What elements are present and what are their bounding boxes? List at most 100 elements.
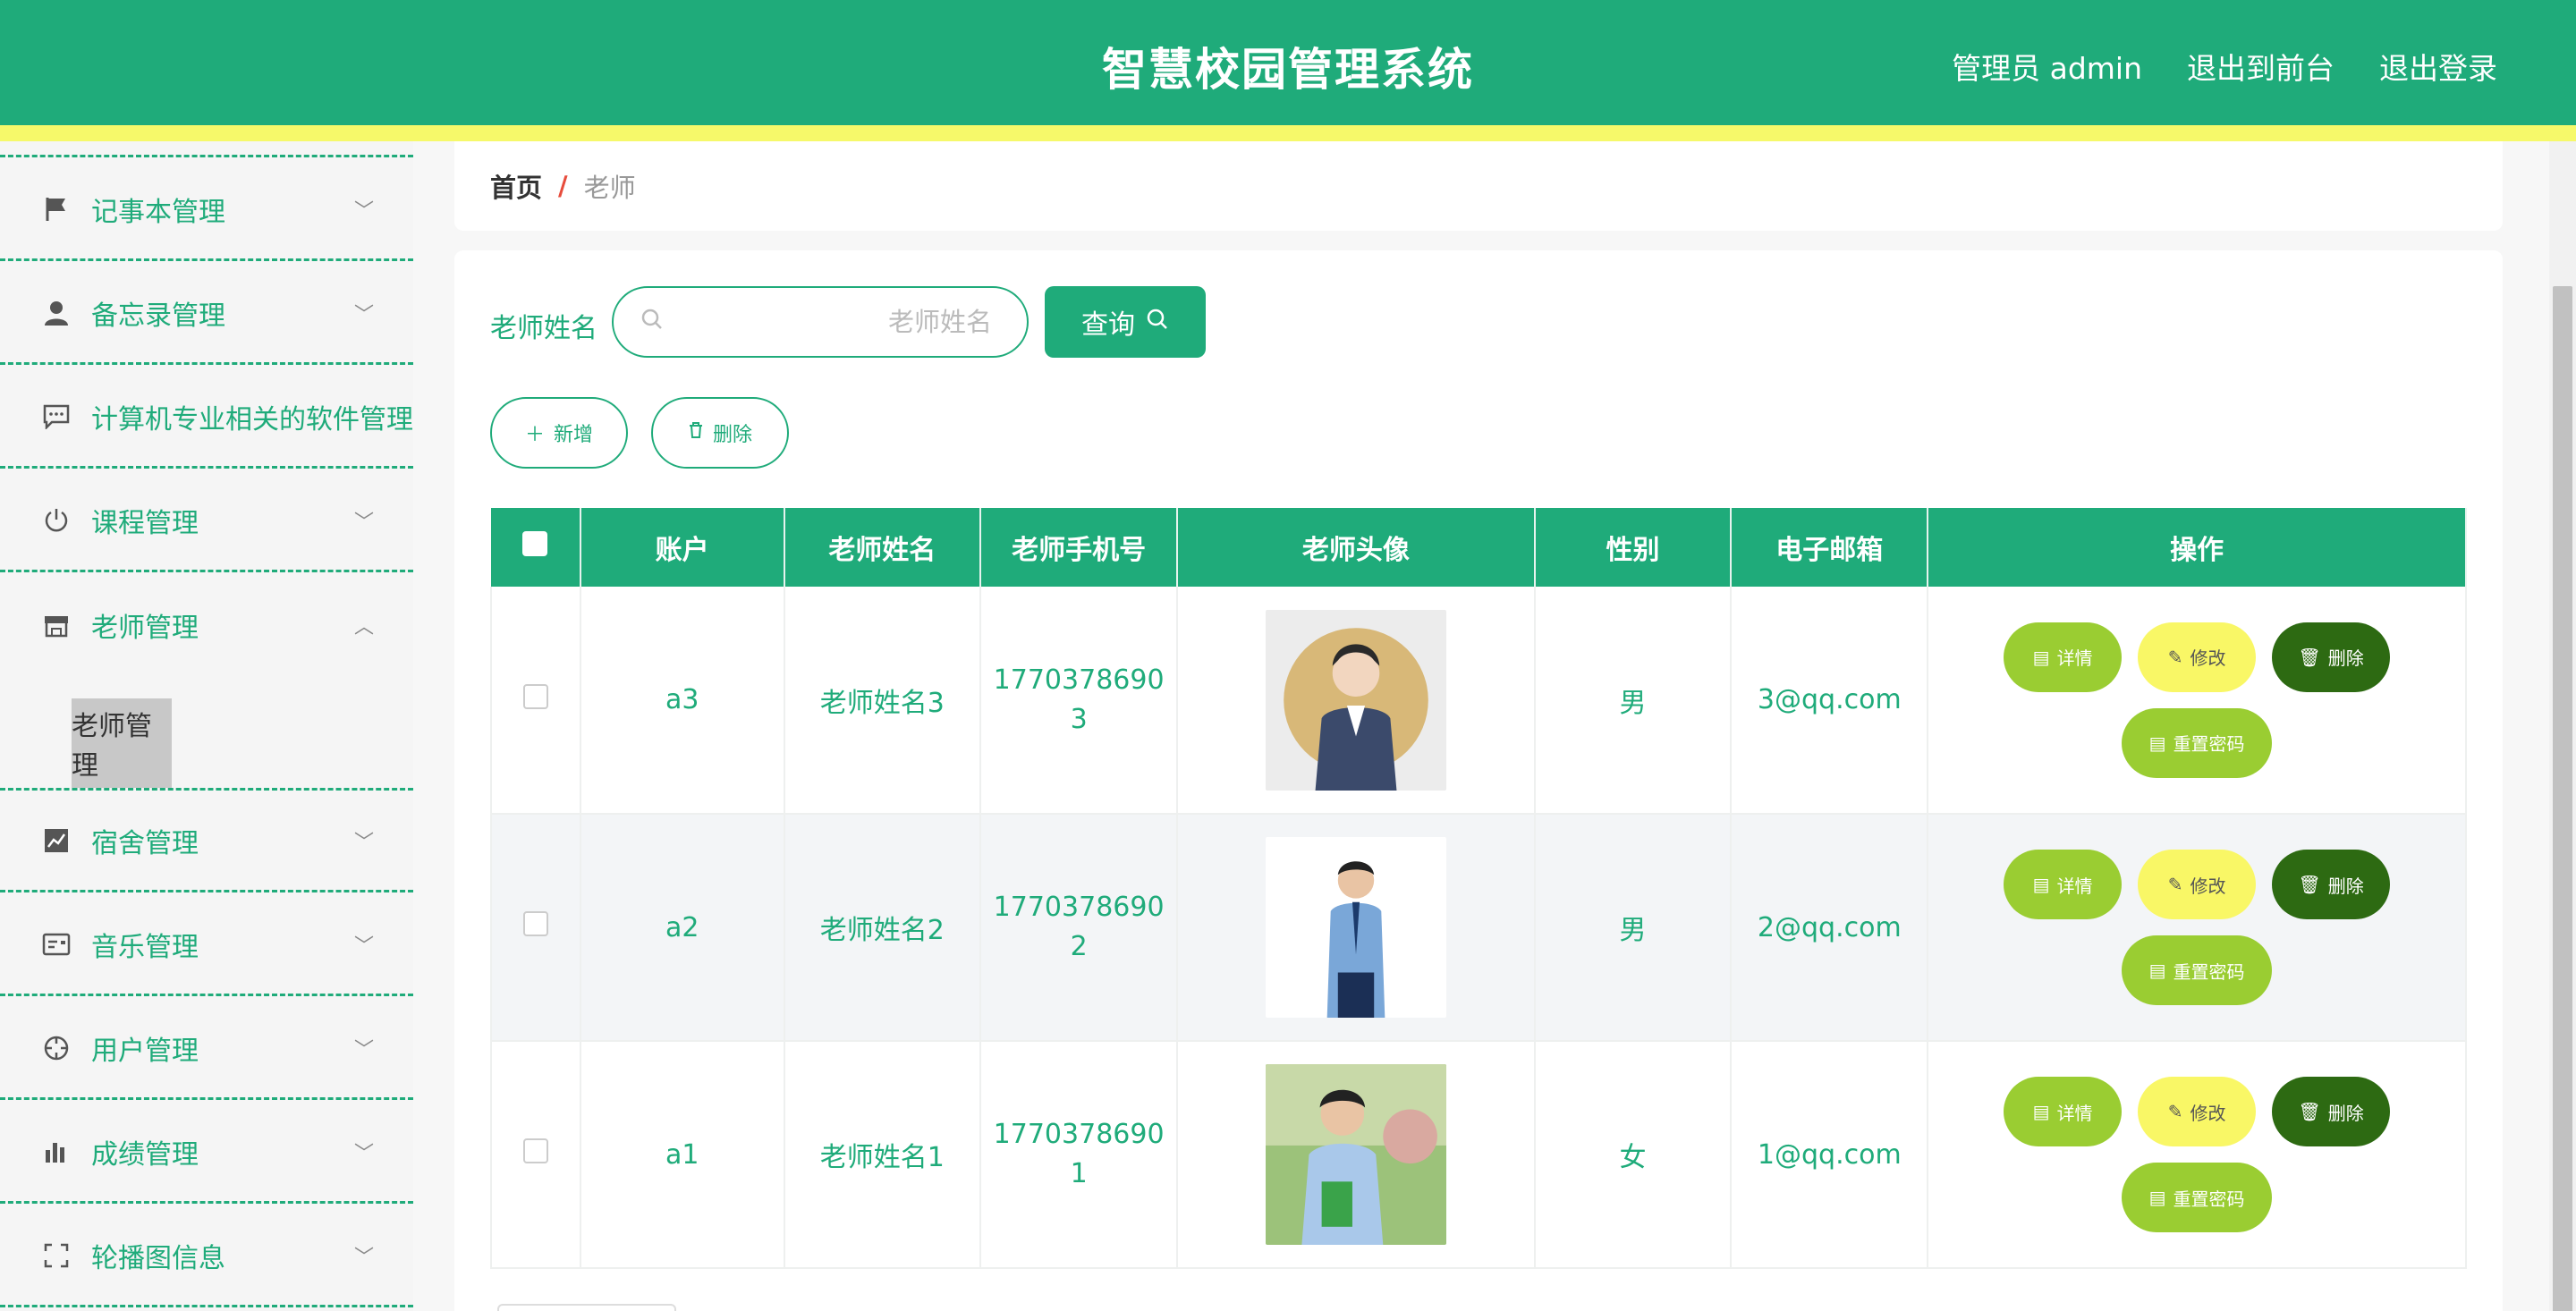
document-icon: ▤ <box>2148 1187 2166 1208</box>
pencil-icon: ✎ <box>2167 646 2183 668</box>
document-icon: ▤ <box>2032 646 2050 668</box>
user-icon <box>41 298 72 328</box>
column-header: 老师头像 <box>1177 508 1536 587</box>
trash-icon: 🗑 <box>2298 874 2321 895</box>
row-checkbox[interactable] <box>522 911 548 936</box>
sidebar-item-user[interactable]: 用户管理 ﹀ <box>0 998 413 1100</box>
sidebar-item-memo[interactable]: 备忘录管理 ﹀ <box>0 263 413 365</box>
fullscreen-icon <box>41 1240 72 1271</box>
account-cell: a3 <box>580 587 785 815</box>
delete-button[interactable]: 🗑 删除 <box>2272 1077 2391 1146</box>
detail-button[interactable]: ▤ 详情 <box>2004 850 2123 919</box>
table-row: a1 老师姓名1 1770378690 1 女 1@qq.com ▤ 详情 ✎ … <box>490 1041 2467 1269</box>
teacher-avatar-image[interactable] <box>1265 837 1446 1018</box>
pencil-icon: ✎ <box>2167 1101 2183 1122</box>
power-icon <box>41 505 72 536</box>
gender-cell: 女 <box>1534 1041 1733 1269</box>
detail-button[interactable]: ▤ 详情 <box>2004 622 2123 692</box>
logout-link[interactable]: 退出登录 <box>2379 45 2497 88</box>
column-header: 电子邮箱 <box>1731 508 1929 587</box>
select-all-checkbox[interactable] <box>522 531 548 556</box>
query-button-label: 查询 <box>1081 309 1135 341</box>
header-actions: 管理员 admin 退出到前台 退出登录 <box>1952 45 2497 88</box>
sidebar-item-label: 课程管理 <box>91 507 199 539</box>
edit-button[interactable]: ✎ 修改 <box>2138 622 2257 692</box>
plus-icon: ＋ <box>524 424 545 446</box>
delete-button[interactable]: 🗑 删除 <box>2272 622 2391 692</box>
sidebar-subitem-teacher-management[interactable]: 老师管理 <box>72 698 172 788</box>
scrollbar-thumb[interactable] <box>2553 286 2572 1311</box>
operations-cell: ▤ 详情 ✎ 修改 🗑 删除 ▤ 重置密码 <box>1928 1041 2467 1269</box>
row-checkbox[interactable] <box>522 1138 548 1163</box>
reset-password-button[interactable]: ▤ 重置密码 <box>2122 935 2273 1005</box>
edit-button[interactable]: ✎ 修改 <box>2138 850 2257 919</box>
delete-button-label: 删除 <box>2327 1102 2364 1124</box>
column-header: 操作 <box>1928 508 2467 587</box>
add-button-label: 新增 <box>554 424 594 446</box>
batch-delete-button[interactable]: 删除 <box>651 397 789 469</box>
trash-icon: 🗑 <box>2298 1101 2321 1122</box>
row-select-cell <box>490 814 581 1042</box>
phone-line: 3 <box>1070 703 1088 735</box>
teacher-avatar-image[interactable] <box>1265 1064 1446 1245</box>
delete-button-label: 删除 <box>2327 875 2364 897</box>
exit-to-front-link[interactable]: 退出到前台 <box>2187 45 2334 88</box>
teacher-name-input[interactable] <box>664 307 1028 337</box>
chevron-down-icon: ﹀ <box>353 831 374 854</box>
select-all-header[interactable] <box>491 508 581 587</box>
teacher-avatar-image[interactable] <box>1265 609 1446 791</box>
reset-password-label: 重置密码 <box>2173 960 2245 983</box>
sidebar-item-label: 成绩管理 <box>91 1138 199 1171</box>
sidebar: ▭ 记事本管理 ﹀ 备忘录管理 ﹀ 计算机专业相关的软件管理 课程管理 ﹀ 老师… <box>0 141 413 1311</box>
document-icon: ▤ <box>2032 1101 2050 1122</box>
page-scrollbar[interactable] <box>2549 141 2576 1311</box>
sidebar-item-carousel[interactable]: 轮播图信息 ﹀ <box>0 1205 413 1307</box>
sidebar-item-label: 宿舍管理 <box>91 827 199 859</box>
search-label: 老师姓名 <box>490 313 597 344</box>
admin-user-label[interactable]: 管理员 admin <box>1952 45 2142 88</box>
document-icon: ▤ <box>2148 732 2166 754</box>
sidebar-item-notebook[interactable]: 记事本管理 ﹀ <box>0 159 413 261</box>
chevron-up-icon: ︿ <box>353 616 374 639</box>
row-checkbox[interactable] <box>522 683 548 709</box>
reset-password-label: 重置密码 <box>2173 1188 2245 1210</box>
detail-button[interactable]: ▤ 详情 <box>2004 1077 2123 1146</box>
gender-cell: 男 <box>1534 814 1733 1042</box>
detail-button-label: 详情 <box>2056 1102 2093 1124</box>
page-size-select[interactable] <box>497 1304 676 1311</box>
avatar-cell <box>1177 814 1536 1042</box>
search-field[interactable] <box>612 286 1029 358</box>
detail-button-label: 详情 <box>2056 647 2093 669</box>
edit-button[interactable]: ✎ 修改 <box>2138 1077 2257 1146</box>
reset-password-button[interactable]: ▤ 重置密码 <box>2122 1163 2273 1232</box>
sidebar-item-software[interactable]: 计算机专业相关的软件管理 <box>0 367 413 469</box>
pencil-icon: ✎ <box>2167 874 2183 895</box>
top-header: 智慧校园管理系统 管理员 admin 退出到前台 退出登录 <box>0 0 2576 125</box>
sidebar-item-hidden[interactable]: ▭ <box>0 141 413 157</box>
column-header: 性别 <box>1534 508 1733 587</box>
header-accent-strip <box>0 125 2576 141</box>
sidebar-item-course[interactable]: 课程管理 ﹀ <box>0 470 413 572</box>
reset-password-button[interactable]: ▤ 重置密码 <box>2122 707 2273 778</box>
delete-button[interactable]: 🗑 删除 <box>2272 850 2391 919</box>
row-select-cell <box>490 1041 581 1269</box>
sidebar-item-music[interactable]: 音乐管理 ﹀ <box>0 894 413 996</box>
sidebar-item-teacher[interactable]: 老师管理 ︿ <box>0 574 413 676</box>
sidebar-item-dorm[interactable]: 宿舍管理 ﹀ <box>0 791 413 892</box>
teacher-table: 账户 老师姓名 老师手机号 老师头像 性别 电子邮箱 操作 a3 老师姓名3 1… <box>490 508 2467 1269</box>
query-button[interactable]: 查询 <box>1045 286 1206 358</box>
teacher-name-cell: 老师姓名3 <box>784 587 982 815</box>
sidebar-item-grade[interactable]: 成绩管理 ﹀ <box>0 1102 413 1204</box>
breadcrumb-home[interactable]: 首页 <box>490 167 542 205</box>
chat-icon <box>41 402 72 432</box>
phone-line: 1 <box>1070 1158 1088 1189</box>
table-row: a3 老师姓名3 1770378690 3 男 3@qq.com ▤ 详情 ✎ … <box>490 587 2467 815</box>
edit-button-label: 修改 <box>2190 647 2226 669</box>
column-header: 老师姓名 <box>784 508 982 587</box>
sidebar-item-label: 轮播图信息 <box>91 1242 225 1274</box>
add-button[interactable]: ＋ 新增 <box>490 397 628 469</box>
phone-line: 1770378690 <box>993 664 1165 696</box>
sidebar-item-label: 备忘录管理 <box>91 300 225 332</box>
phone-line: 2 <box>1070 931 1088 962</box>
phone-line: 1770378690 <box>993 1119 1165 1150</box>
